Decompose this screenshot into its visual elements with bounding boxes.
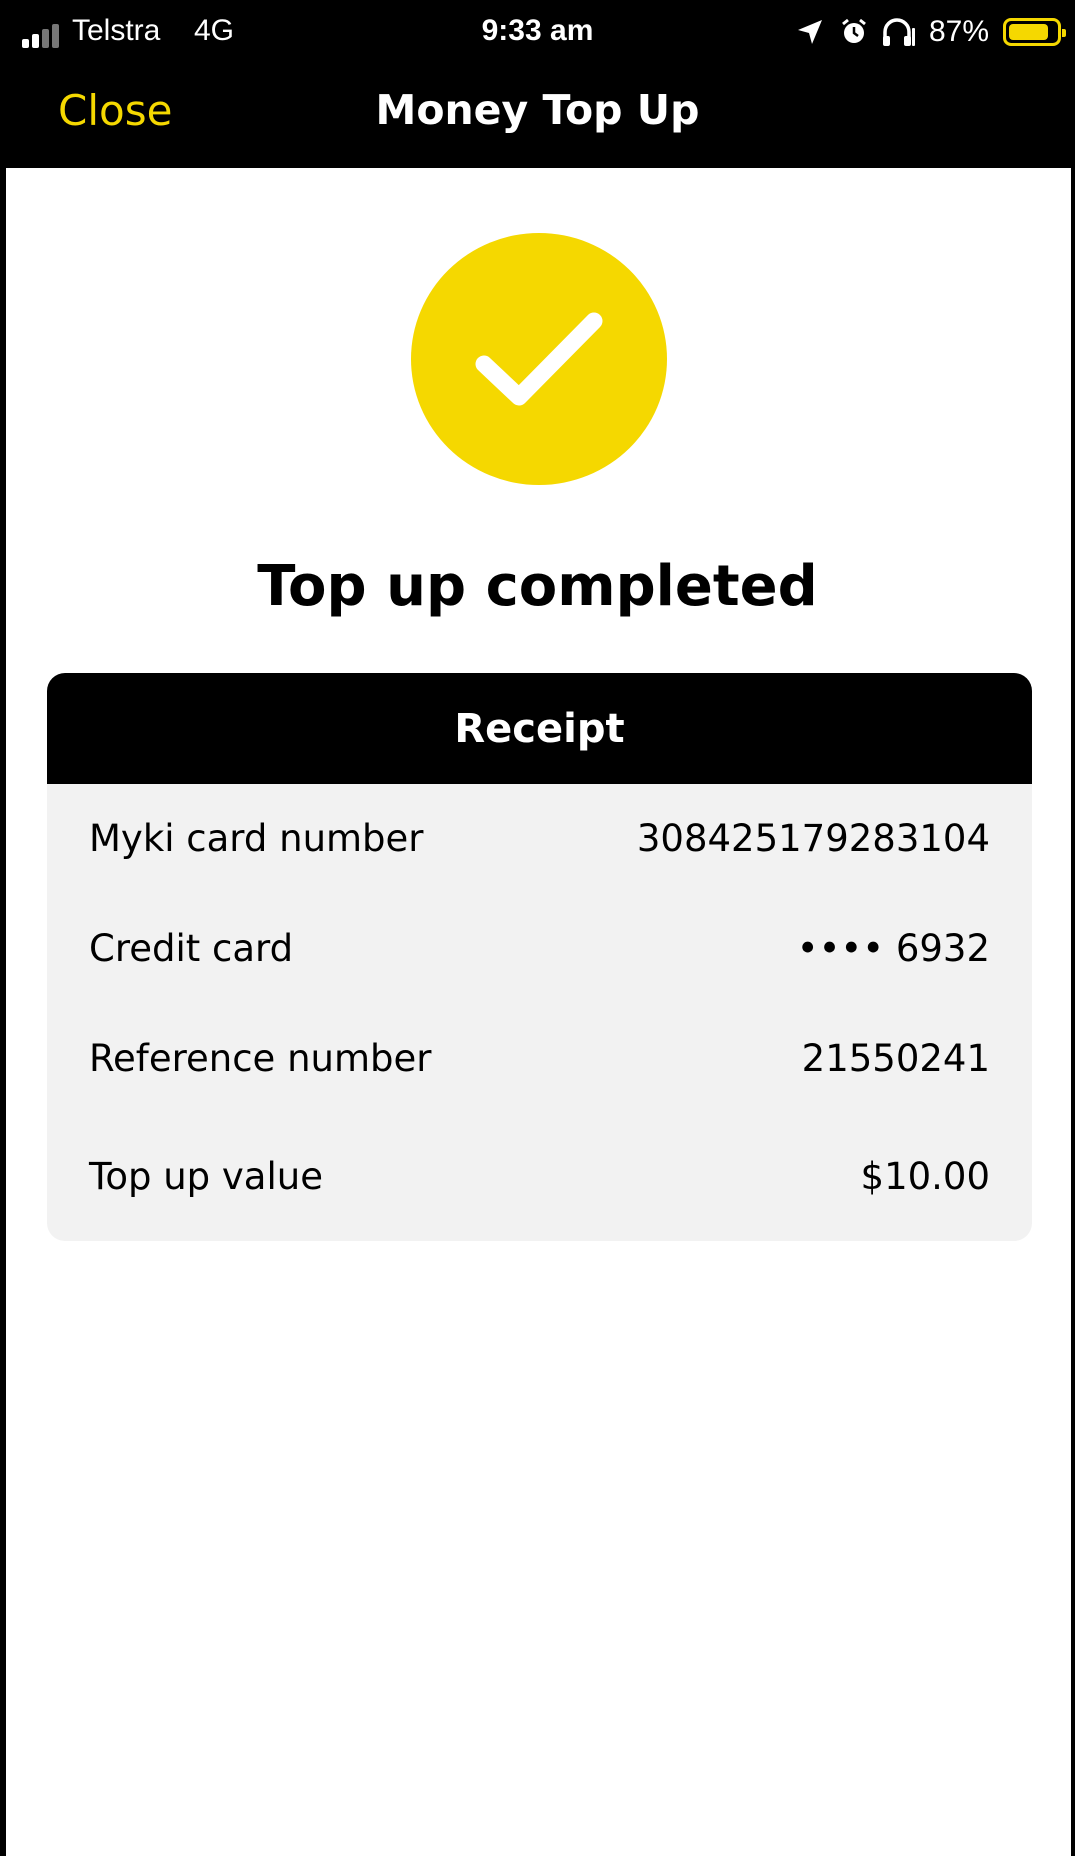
receipt-title: Receipt [47,673,1032,784]
status-title: Top up completed [257,554,818,619]
alarm-icon [837,15,871,49]
battery-percentage: 87% [928,15,989,48]
receipt-card: Receipt Myki card number 308425179283104… [47,673,1032,1241]
receipt-row-myki-card: Myki card number 308425179283104 [89,808,990,868]
battery-level [1009,24,1049,40]
receipt-row-reference: Reference number 21550241 [89,1028,990,1088]
receipt-row-label: Credit card [89,926,294,970]
battery-icon [1003,18,1066,46]
header: Telstra 4G 9:33 am 87% Close Money Top U… [0,0,1075,168]
frame-border [1071,0,1075,1856]
headphones-icon [881,15,915,49]
app-screen: Telstra 4G 9:33 am 87% Close Money Top U… [0,0,1075,1856]
status-bar: Telstra 4G 9:33 am 87% [0,0,1075,66]
navigation-bar: Close Money Top Up [0,66,1075,168]
location-arrow-icon [793,15,827,49]
frame-border [0,0,6,1856]
receipt-row-value: 308425179283104 [636,816,990,860]
receipt-row-value: 21550241 [801,1036,990,1080]
receipt-row-value: $10.00 [860,1154,990,1198]
receipt-row-value: •••• 6932 [796,926,990,970]
success-badge [411,233,667,485]
receipt-row-label: Reference number [89,1036,432,1080]
receipt-row-top-up-value: Top up value $10.00 [89,1146,990,1206]
receipt-row-label: Myki card number [89,816,424,860]
status-icons: 87% [793,12,1066,52]
checkmark-icon [475,312,603,406]
receipt-row-label: Top up value [89,1154,323,1198]
receipt-row-credit-card: Credit card •••• 6932 [89,918,990,978]
nav-title: Money Top Up [375,86,700,134]
